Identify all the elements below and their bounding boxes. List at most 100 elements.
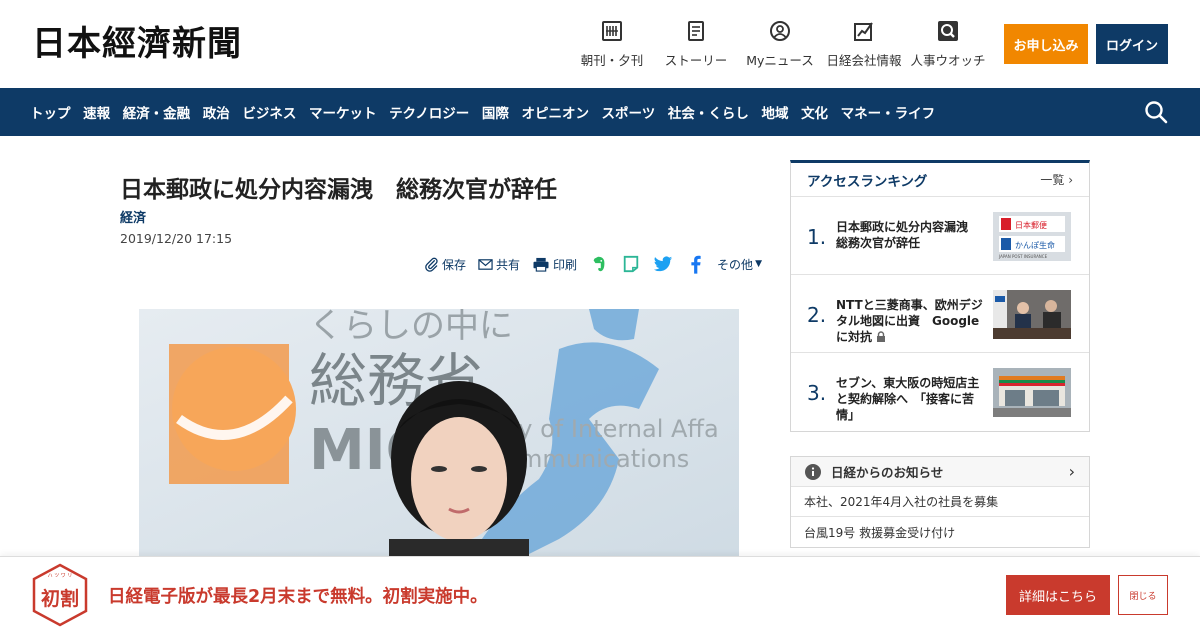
header-nav-label: 人事ウオッチ (910, 53, 986, 68)
company-info-icon (854, 22, 873, 41)
access-ranking: アクセスランキング 一覧 › 1. 日本郵政に処分内容漏洩 総務次官が辞任 日本… (790, 160, 1090, 432)
nav-item-business[interactable]: ビジネス (242, 102, 296, 122)
nav-item-culture[interactable]: 文化 (801, 102, 828, 122)
site-header: 日本經濟新聞 朝刊・夕刊 ストーリー Myニュース 日経会社情報 人事ウオッチ … (0, 0, 1200, 88)
evernote-button[interactable] (589, 254, 609, 274)
ranking-item[interactable]: 2. NTTと三菱商事、欧州デジタル地図に出資 Googleに対抗 (791, 275, 1089, 353)
ranking-all-link[interactable]: 一覧 › (1040, 171, 1073, 188)
facebook-icon (690, 255, 701, 274)
badge-ruby: ハ ツ ワ リ (48, 573, 73, 579)
paperclip-icon (425, 257, 438, 272)
notice-title: 日経からのお知らせ (831, 465, 944, 480)
nav-item-market[interactable]: マーケット (309, 102, 377, 122)
lock-icon (876, 330, 886, 346)
badge-text: 初割 (41, 587, 79, 610)
promo-detail-button[interactable]: 詳細はこちら (1006, 575, 1110, 615)
nav-item-sports[interactable]: スポーツ (602, 102, 656, 122)
facebook-button[interactable] (685, 254, 705, 274)
thumb-text-1: 日本郵便 (1015, 220, 1047, 230)
ranking-text-body: NTTと三菱商事、欧州デジタル地図に出資 Googleに対抗 (836, 298, 983, 344)
photo-sign-en2: mmunications (519, 445, 689, 473)
more-label: その他 (717, 257, 754, 272)
article-category[interactable]: 経済 (120, 207, 146, 226)
promo-text: 日経電子版が最長2月末まで無料。初割実施中。 (108, 587, 488, 607)
share-toolbar: 保存 共有 印刷 その他 ▼ (424, 254, 762, 274)
nav-item-top[interactable]: トップ (30, 102, 71, 122)
ranking-header: アクセスランキング 一覧 › (791, 163, 1089, 197)
site-logo[interactable]: 日本經濟新聞 (32, 24, 242, 64)
notice-item[interactable]: 本社、2021年4月入社の社員を募集 (791, 487, 1089, 517)
printer-icon (533, 257, 549, 272)
header-nav-story[interactable]: ストーリー (654, 20, 738, 69)
my-news-icon (770, 21, 790, 41)
nav-item-politics[interactable]: 政治 (203, 102, 230, 122)
photo-sign-top: くらしの中に (309, 309, 513, 346)
thumb-text-3: JAPAN POST INSURANCE (998, 254, 1048, 259)
ranking-item[interactable]: 1. 日本郵政に処分内容漏洩 総務次官が辞任 日本郵便 かんぽ生命 JAPAN … (791, 197, 1089, 275)
first-discount-badge-icon: ハ ツ ワ リ 初割 (32, 563, 88, 627)
promo-banner: ハ ツ ワ リ 初割 日経電子版が最長2月末まで無料。初割実施中。 詳細はこちら… (0, 556, 1200, 630)
print-label: 印刷 (553, 257, 578, 272)
nav-item-opinion[interactable]: オピニオン (521, 102, 589, 122)
ranking-text: 日本郵政に処分内容漏洩 総務次官が辞任 (836, 220, 981, 250)
search-icon[interactable] (1144, 100, 1168, 124)
header-nav-morning-evening[interactable]: 朝刊・夕刊 (570, 20, 654, 69)
article-photo: くらしの中に 総務省 MIC try of Internal Affa mmun… (139, 309, 739, 559)
ranking-item[interactable]: 3. セブン、東大阪の時短店主と契約解除へ 「接客に苦情」 (791, 353, 1089, 431)
nav-item-money-life[interactable]: マネー・ライフ (841, 102, 936, 122)
ranking-thumbnail: 日本郵便 かんぽ生命 JAPAN POST INSURANCE (993, 212, 1071, 261)
promo-close-button[interactable]: 閉じる (1118, 575, 1168, 615)
share-label: 共有 (496, 257, 521, 272)
category-nav-list: トップ 速報 経済・金融 政治 ビジネス マーケット テクノロジー 国際 オピニ… (30, 88, 948, 136)
nav-item-breaking[interactable]: 速報 (83, 102, 110, 122)
ranking-all-label: 一覧 (1040, 173, 1065, 187)
print-button[interactable]: 印刷 (532, 256, 577, 273)
personnel-watch-icon (938, 21, 958, 41)
mail-icon (478, 258, 493, 270)
ranking-number: 3. (807, 381, 827, 405)
ranking-thumbnail (993, 368, 1071, 417)
notice-item[interactable]: 台風19号 救援募金受け付け (791, 517, 1089, 547)
note-icon (623, 255, 639, 273)
newspaper-icon (602, 21, 622, 41)
header-nav-my-news[interactable]: Myニュース (738, 20, 822, 69)
evernote-icon (593, 256, 605, 272)
chevron-right-icon: › (1068, 173, 1073, 187)
ranking-number: 2. (807, 303, 827, 327)
ranking-text: NTTと三菱商事、欧州デジタル地図に出資 Googleに対抗 (836, 297, 986, 346)
article-title: 日本郵政に処分内容漏洩 総務次官が辞任 (120, 177, 557, 203)
header-nav-label: ストーリー (664, 53, 728, 68)
more-share-button[interactable]: その他 ▼ (717, 256, 762, 273)
nav-item-economy[interactable]: 経済・金融 (123, 102, 191, 122)
save-button[interactable]: 保存 (424, 256, 466, 273)
header-nav-company-info[interactable]: 日経会社情報 (822, 20, 906, 69)
info-icon (805, 463, 821, 480)
article-date: 2019/12/20 17:15 (120, 231, 233, 246)
header-nav-label: 日経会社情報 (826, 53, 902, 68)
nav-item-technology[interactable]: テクノロジー (389, 102, 469, 122)
nav-item-international[interactable]: 国際 (482, 102, 509, 122)
thumb-text-2: かんぽ生命 (1015, 240, 1055, 250)
header-nav-label: 朝刊・夕刊 (580, 53, 644, 68)
note-button[interactable] (621, 254, 641, 274)
nav-item-region[interactable]: 地域 (761, 102, 788, 122)
twitter-button[interactable] (653, 254, 673, 274)
twitter-icon (653, 255, 673, 271)
ranking-number: 1. (807, 225, 827, 249)
share-button[interactable]: 共有 (478, 256, 520, 273)
ranking-thumbnail (993, 290, 1071, 339)
login-button[interactable]: ログイン (1096, 24, 1168, 64)
nav-item-society[interactable]: 社会・くらし (668, 102, 749, 122)
save-label: 保存 (442, 257, 467, 272)
photo-sign-en1: try of Internal Affa (499, 415, 719, 443)
apply-button[interactable]: お申し込み (1004, 24, 1088, 64)
ranking-text: セブン、東大阪の時短店主と契約解除へ 「接客に苦情」 (836, 376, 980, 422)
chevron-right-icon: › (1068, 462, 1075, 481)
nikkei-notice: 日経からのお知らせ › 本社、2021年4月入社の社員を募集 台風19号 救援募… (790, 456, 1090, 548)
ranking-title: アクセスランキング (807, 173, 928, 190)
notice-header[interactable]: 日経からのお知らせ › (791, 457, 1089, 487)
story-icon (688, 21, 704, 41)
category-nav: トップ 速報 経済・金融 政治 ビジネス マーケット テクノロジー 国際 オピニ… (0, 88, 1200, 136)
header-nav-label: Myニュース (746, 53, 814, 68)
header-nav-personnel-watch[interactable]: 人事ウオッチ (906, 20, 990, 69)
